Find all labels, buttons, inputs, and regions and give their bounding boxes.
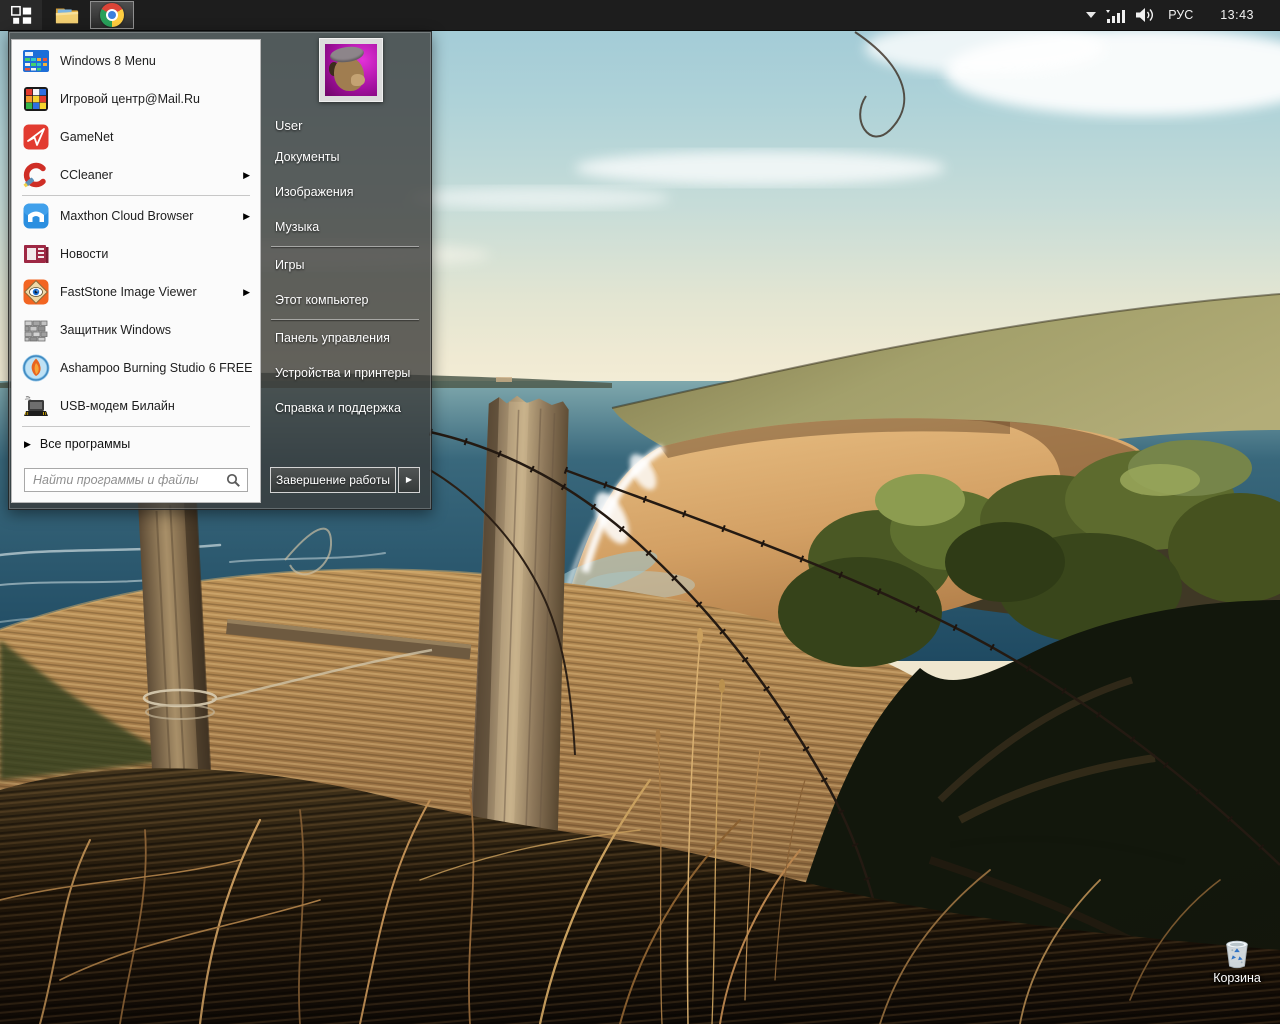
windows8-menu-icon [22,47,50,75]
foreground-grass [0,768,1280,1024]
network-signal-icon [1106,8,1126,23]
submenu-arrow-icon: ▶ [243,211,254,222]
menu-item-label: Новости [60,247,108,261]
menu-item-mailru-game-center[interactable]: Игровой центр@Mail.Ru [12,80,260,118]
headland [612,294,1280,626]
menu-item-beeline-modem[interactable]: USB-модем Билайн [12,387,260,425]
beach [542,418,1145,629]
ccleaner-icon [22,161,50,189]
menu-separator [22,426,250,427]
faststone-icon [22,278,50,306]
all-programs-label: Все программы [40,437,130,451]
link-devices-and-printers[interactable]: Устройства и принтеры [261,356,429,391]
menu-separator [22,195,250,196]
fence-left [138,497,471,934]
search-icon [226,473,241,488]
shutdown-options-arrow[interactable]: ▶ [398,467,420,493]
start-search-box [24,468,248,492]
beeline-modem-icon [22,392,50,420]
search-input[interactable] [31,472,226,488]
menu-item-windows8-menu[interactable]: Windows 8 Menu [12,42,260,80]
link-pictures[interactable]: Изображения [261,175,429,210]
dune [0,570,1000,1024]
menu-item-label: Защитник Windows [60,323,171,337]
menu-item-label: Игровой центр@Mail.Ru [60,92,200,106]
volume-tray-button[interactable] [1136,7,1155,23]
taskbar: РУС 13:43 [0,0,1280,31]
gamenet-icon [22,123,50,151]
menu-item-ashampoo[interactable]: Ashampoo Burning Studio 6 FREE [12,349,260,387]
system-tray: РУС 13:43 [1076,0,1280,30]
menu-item-windows-defender[interactable]: Защитник Windows [12,311,260,349]
link-music[interactable]: Музыка [261,210,429,245]
menu-separator [271,319,419,320]
menu-item-label: FastStone Image Viewer [60,285,197,299]
menu-separator [271,246,419,247]
menu-item-gamenet[interactable]: GameNet [12,118,260,156]
shutdown-button[interactable]: Завершение работы [270,467,396,493]
start-button[interactable] [0,0,42,30]
recycle-bin-label: Корзина [1198,971,1276,985]
submenu-arrow-icon: ▶ [243,170,254,181]
network-tray-button[interactable] [1106,8,1126,23]
show-hidden-icons-button[interactable] [1086,12,1096,18]
news-icon [22,240,50,268]
menu-item-label: CCleaner [60,168,113,182]
start-menu-programs-panel: Windows 8 Menu Игровой центр@Mail.Ru [11,39,261,503]
start-metro-icon [9,3,33,27]
menu-item-label: Maxthon Cloud Browser [60,209,193,223]
waves [0,545,447,622]
submenu-arrow-icon: ▶ [243,287,254,298]
recycle-bin-icon [1223,937,1251,969]
link-this-pc[interactable]: Этот компьютер [261,283,429,318]
menu-item-ccleaner[interactable]: CCleaner ▶ [12,156,260,194]
fence-main-post [421,393,627,873]
user-avatar-photo [325,44,377,96]
link-documents[interactable]: Документы [261,140,429,175]
rubik-cube-icon [22,85,50,113]
shrubs [778,440,1280,667]
grass-blades [0,628,1220,1024]
menu-item-maxthon[interactable]: Maxthon Cloud Browser ▶ [12,197,260,235]
start-menu: Windows 8 Menu Игровой центр@Mail.Ru [8,31,432,510]
speaker-icon [1136,7,1155,23]
menu-item-faststone[interactable]: FastStone Image Viewer ▶ [12,273,260,311]
language-indicator[interactable]: РУС [1168,8,1193,22]
folder-icon [55,4,79,26]
menu-item-label: GameNet [60,130,114,144]
link-help-and-support[interactable]: Справка и поддержка [261,391,429,426]
menu-item-label: Ashampoo Burning Studio 6 FREE [60,361,252,375]
link-games[interactable]: Игры [261,248,429,283]
user-name-label[interactable]: User [275,118,302,133]
maxthon-icon [22,202,50,230]
menu-item-label: USB-модем Билайн [60,399,175,413]
clock[interactable]: 13:43 [1220,8,1254,22]
desktop: Корзина [0,0,1280,1024]
menu-item-news[interactable]: Новости [12,235,260,273]
caret-down-icon [1086,12,1096,18]
recycle-bin-desktop-icon[interactable]: Корзина [1198,937,1276,985]
link-control-panel[interactable]: Панель управления [261,321,429,356]
chrome-icon [100,3,124,27]
menu-item-label: Windows 8 Menu [60,54,156,68]
all-programs-arrow-icon: ▶ [24,439,31,450]
user-avatar[interactable] [319,38,383,102]
windows-defender-icon [22,316,50,344]
file-explorer-taskbar-button[interactable] [50,0,84,30]
ashampoo-icon [22,354,50,382]
chrome-taskbar-button[interactable] [90,1,134,29]
all-programs-button[interactable]: ▶ Все программы [12,432,260,456]
barbed-wire [430,32,1280,1010]
start-menu-places-panel: User Документы Изображения Музыка Игры Э… [261,32,431,509]
